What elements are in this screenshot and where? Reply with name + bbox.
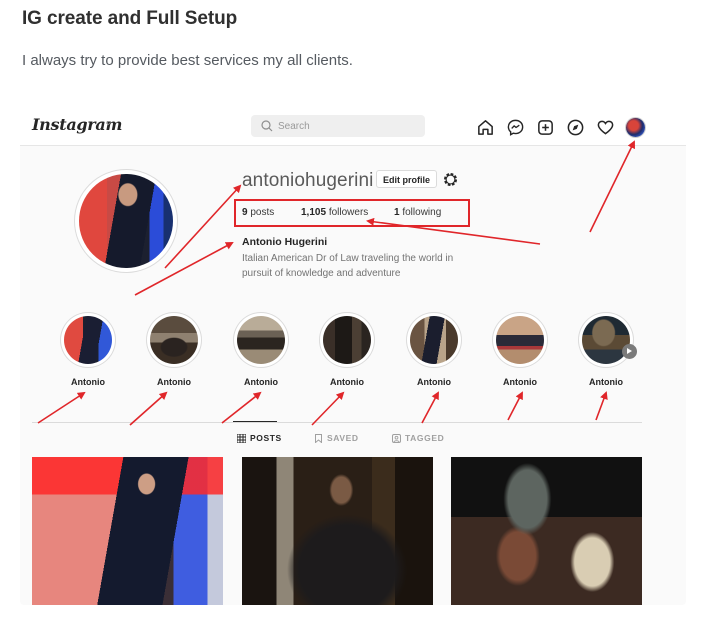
home-icon[interactable] [476, 118, 495, 137]
stat-followers[interactable]: 1,105 followers [301, 207, 368, 218]
highlight-cover [64, 316, 112, 364]
nav-icons [476, 117, 645, 137]
tab-saved[interactable]: SAVED [314, 433, 359, 443]
profile-avatar[interactable] [626, 117, 645, 137]
tab-tagged[interactable]: TAGGED [392, 433, 444, 443]
highlight-item[interactable]: Antonio [231, 313, 291, 387]
tagged-icon [392, 433, 401, 443]
tab-posts[interactable]: POSTS [237, 433, 282, 443]
search-icon [261, 120, 273, 132]
post-thumbnail[interactable] [32, 457, 223, 605]
profile-full-name: Antonio Hugerini [242, 236, 328, 248]
highlight-cover [496, 316, 544, 364]
instagram-top-bar: Instagram ⌄ [20, 108, 686, 146]
profile-picture[interactable] [75, 170, 177, 272]
search-input[interactable] [278, 118, 418, 134]
highlight-item[interactable]: Antonio [144, 313, 204, 387]
tab-label: SAVED [327, 433, 359, 443]
highlight-cover [323, 316, 371, 364]
highlight-cover [150, 316, 198, 364]
story-highlights: Antonio Antonio Antonio Antonio Antonio … [20, 313, 686, 393]
tab-label: TAGGED [405, 433, 445, 443]
highlight-item[interactable]: Antonio [490, 313, 550, 387]
search-box[interactable] [251, 115, 425, 137]
explore-icon[interactable] [566, 118, 585, 137]
posts-count: 9 [242, 207, 248, 218]
following-label: following [402, 207, 442, 218]
bookmark-icon [315, 433, 322, 443]
followers-label: followers [328, 207, 369, 218]
gig-title: IG create and Full Setup [22, 8, 238, 29]
instagram-profile-card: antoniohugerini Edit profile 9 posts 1,1… [20, 146, 686, 605]
stat-following[interactable]: 1 following [394, 207, 441, 218]
active-tab-indicator [233, 421, 277, 422]
highlight-cover [410, 316, 458, 364]
highlight-name: Antonio [157, 377, 191, 387]
edit-profile-button[interactable]: Edit profile [376, 170, 437, 188]
tabs-divider [32, 422, 642, 423]
highlight-item[interactable]: Antonio [317, 313, 377, 387]
profile-bio: Italian American Dr of Law traveling the… [242, 253, 454, 279]
post-thumbnail[interactable] [242, 457, 433, 605]
heart-icon[interactable] [596, 118, 615, 137]
new-post-icon[interactable] [536, 118, 555, 137]
posts-label: posts [250, 207, 275, 218]
gear-icon[interactable] [442, 171, 459, 188]
highlight-name: Antonio [589, 377, 623, 387]
grid-icon [237, 433, 246, 443]
tab-label: POSTS [250, 433, 282, 443]
post-thumbnail[interactable] [451, 457, 642, 605]
highlight-name: Antonio [244, 377, 278, 387]
highlight-item[interactable]: Antonio [404, 313, 464, 387]
chevron-down-icon[interactable]: ⌄ [104, 117, 112, 128]
messenger-icon[interactable] [506, 118, 525, 137]
highlight-item[interactable]: Antonio [58, 313, 118, 387]
highlights-next-button[interactable] [622, 344, 637, 359]
gig-description: I always try to provide best services my… [22, 52, 353, 69]
highlight-name: Antonio [330, 377, 364, 387]
highlight-cover [237, 316, 285, 364]
highlight-name: Antonio [71, 377, 105, 387]
following-count: 1 [394, 207, 400, 218]
highlight-cover [582, 316, 630, 364]
stat-posts[interactable]: 9 posts [242, 207, 274, 218]
followers-count: 1,105 [301, 207, 327, 218]
profile-username: antoniohugerini [242, 170, 374, 191]
profile-photo [79, 174, 173, 268]
highlight-name: Antonio [503, 377, 537, 387]
highlight-name: Antonio [417, 377, 451, 387]
